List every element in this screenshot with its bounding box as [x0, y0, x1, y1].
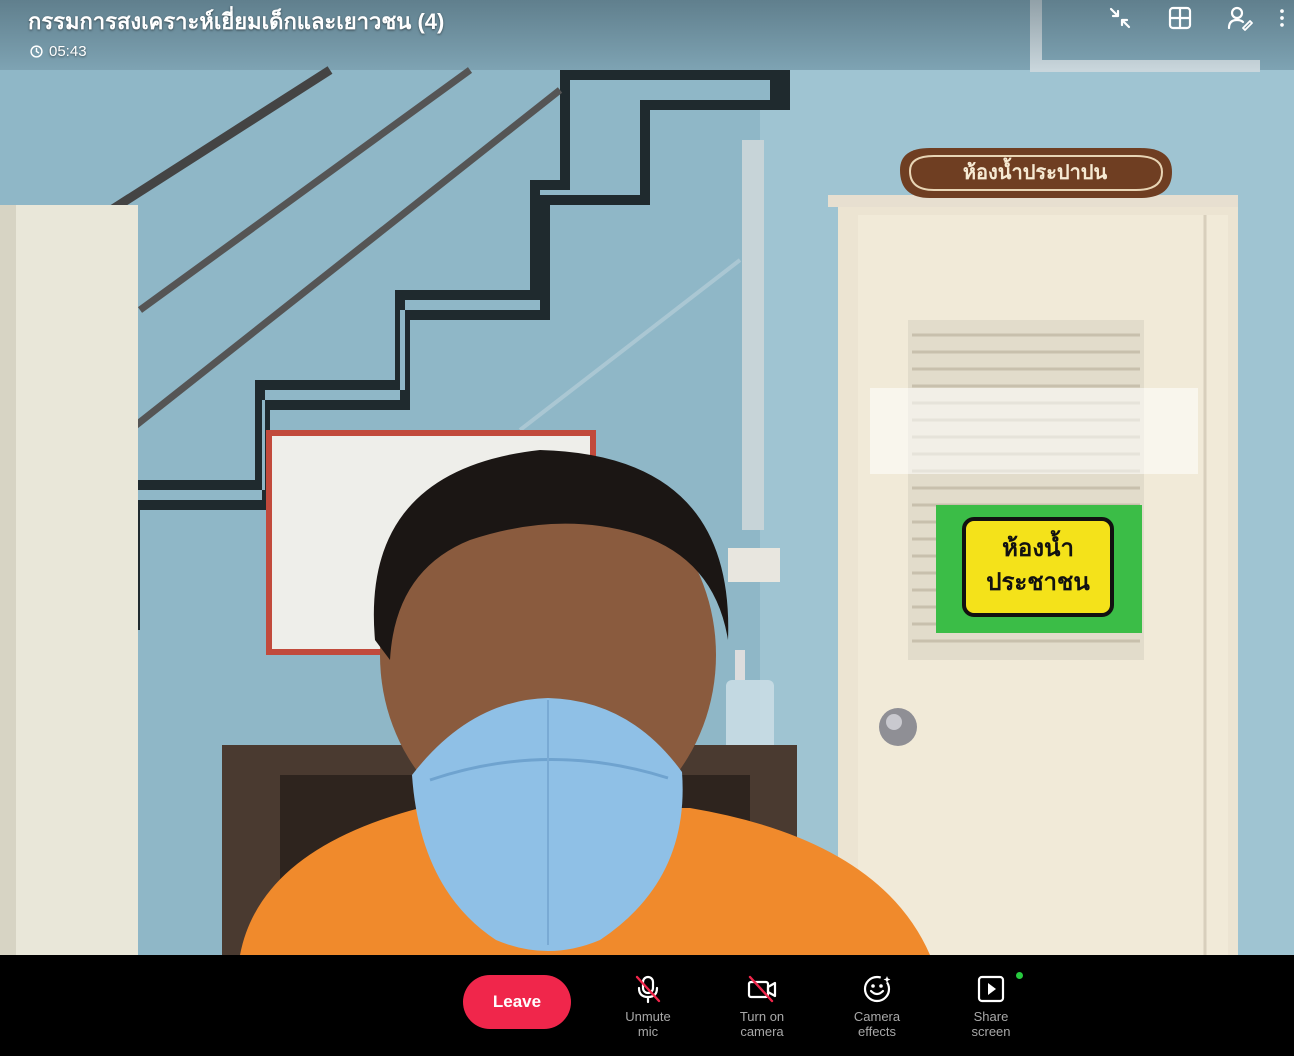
wooden-sign-text: ห้องน้ำประปาปน: [962, 162, 1108, 184]
elapsed-time: 05:43: [49, 43, 87, 60]
status-indicator-dot: [1016, 972, 1023, 979]
share-label-1: Share: [973, 1009, 1009, 1024]
unmute-mic-button[interactable]: Unmute mic: [598, 973, 698, 1039]
camera-off-icon: [747, 975, 777, 1003]
clock-icon: [30, 45, 43, 58]
more-options-icon[interactable]: [1270, 0, 1294, 36]
unmute-label-1: Unmute: [625, 1009, 671, 1024]
camera-effects-button[interactable]: Camera effects: [827, 973, 927, 1039]
share-label-2: screen: [971, 1024, 1011, 1039]
share-screen-button[interactable]: Share screen: [941, 973, 1041, 1039]
meeting-title: กรรมการสงเคราะห์เยี่ยมเด็กและเยาวชน (4): [28, 9, 445, 34]
green-sign-line2: ประชาชน: [986, 569, 1090, 596]
camera-label-1: Turn on: [739, 1009, 785, 1024]
green-sign-text: ห้องน้ำ ประชาชน: [964, 532, 1112, 600]
minimize-icon[interactable]: [1090, 0, 1150, 36]
effects-label-2: effects: [857, 1024, 897, 1039]
participants-icon[interactable]: [1210, 0, 1270, 36]
call-controls: Leave Unmute mic Turn on camera Camera e…: [0, 955, 1294, 1056]
video-feed: ห้องน้ำประปาปน ห้องน้ำ ประชาชน: [0, 0, 1294, 955]
leave-button[interactable]: Leave: [463, 975, 571, 1029]
meeting-timer: 05:43: [30, 43, 87, 60]
meeting-header: กรรมการสงเคราะห์เยี่ยมเด็กและเยาวชน (4) …: [0, 0, 1294, 70]
share-screen-icon: [977, 975, 1005, 1003]
grid-layout-icon[interactable]: [1150, 0, 1210, 36]
camera-frame: [0, 0, 1294, 955]
mic-off-icon: [635, 975, 661, 1004]
unmute-label-2: mic: [637, 1024, 659, 1039]
turn-on-camera-button[interactable]: Turn on camera: [712, 973, 812, 1039]
effects-label-1: Camera: [853, 1009, 901, 1024]
camera-label-2: camera: [740, 1024, 784, 1039]
header-actions: [1090, 0, 1294, 36]
green-sign-line1: ห้องน้ำ: [1002, 535, 1074, 562]
smiley-effects-icon: [863, 975, 891, 1003]
